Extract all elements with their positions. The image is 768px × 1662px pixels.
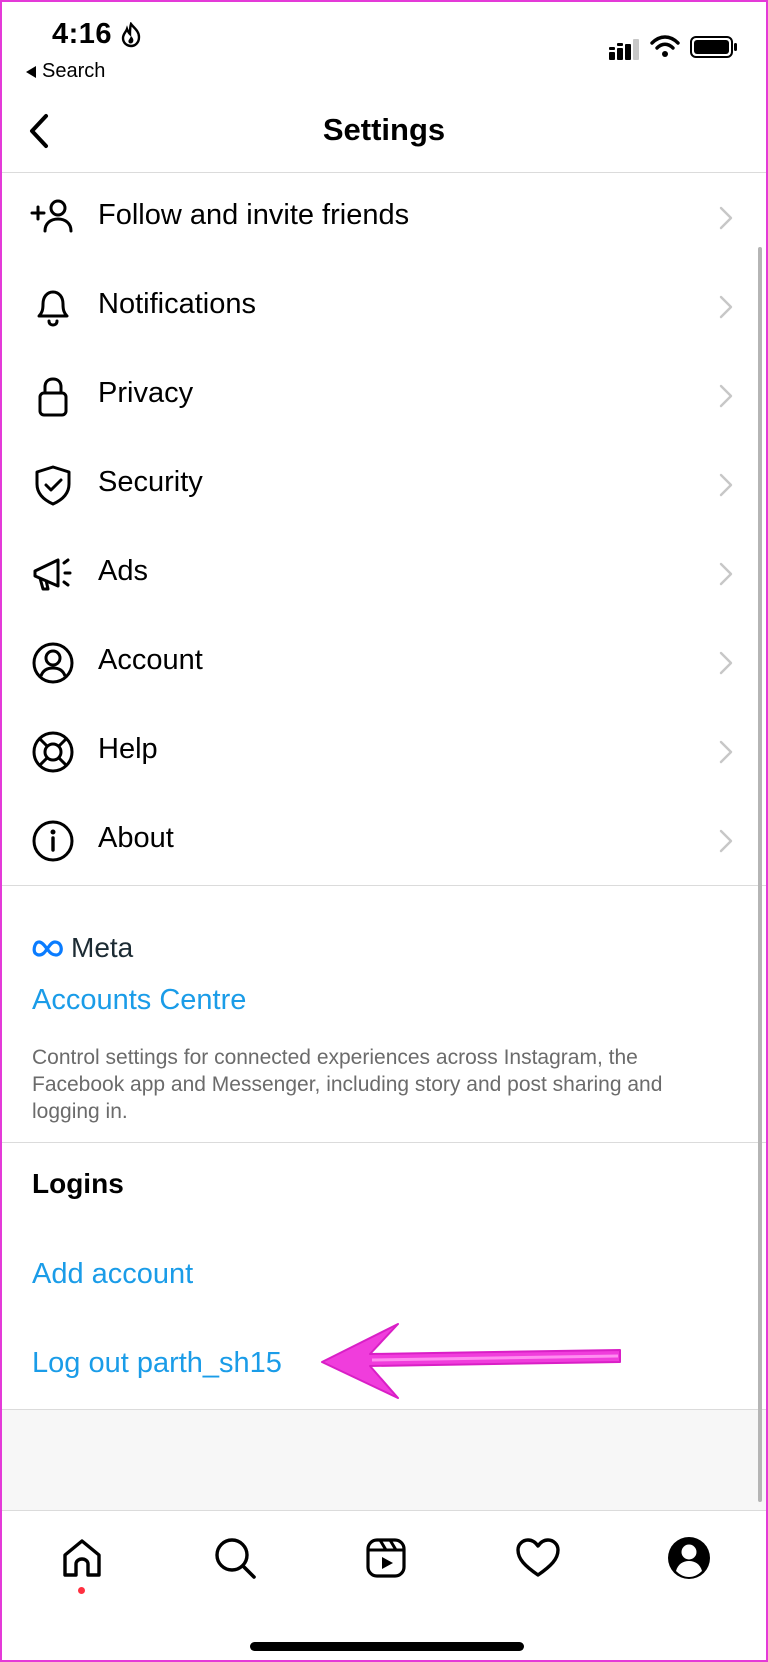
accounts-centre-link[interactable]: Accounts Centre (32, 984, 246, 1017)
section-divider (2, 885, 766, 886)
menu-item-privacy[interactable]: Privacy (2, 351, 766, 440)
chevron-right-icon (719, 384, 733, 408)
account-circle-icon (32, 642, 74, 684)
section-divider (2, 1142, 766, 1143)
lock-icon (38, 377, 68, 417)
home-notification-dot (78, 1587, 85, 1594)
cellular-signal-icon (609, 39, 639, 60)
menu-item-label: Security (98, 466, 203, 498)
menu-item-account[interactable]: Account (2, 618, 766, 707)
flame-icon (121, 22, 141, 48)
meta-logo-text: Meta (71, 932, 134, 963)
reels-icon[interactable] (361, 1533, 411, 1583)
menu-item-label: Notifications (98, 288, 256, 320)
chevron-right-icon (719, 295, 733, 319)
menu-item-security[interactable]: Security (2, 440, 766, 529)
profile-icon[interactable] (664, 1533, 714, 1583)
menu-item-label: About (98, 822, 174, 854)
wifi-icon (650, 35, 680, 57)
chevron-right-icon (719, 740, 733, 764)
annotation-arrow (321, 1323, 621, 1399)
menu-item-ads[interactable]: Ads (2, 529, 766, 618)
menu-item-follow-and-invite[interactable]: Follow and invite friends (2, 173, 766, 262)
menu-item-label: Follow and invite friends (98, 199, 410, 231)
menu-item-label: Help (98, 733, 158, 765)
lifebuoy-icon (32, 731, 74, 773)
meta-infinity-icon (32, 940, 63, 957)
status-time: 4:16 (52, 18, 113, 50)
chevron-right-icon (719, 206, 733, 230)
menu-item-label: Ads (98, 555, 148, 587)
battery-icon (690, 36, 737, 58)
back-app-label: Search (42, 60, 106, 82)
settings-menu: Follow and invite friends Notifications … (2, 173, 766, 885)
home-indicator (250, 1642, 524, 1651)
back-triangle-icon (26, 65, 36, 78)
add-account-link[interactable]: Add account (32, 1258, 193, 1291)
phone-screen: 4:16 Search Settings Follow and invite f… (0, 0, 768, 1662)
info-icon (32, 820, 74, 862)
megaphone-icon (33, 558, 72, 591)
chevron-right-icon (719, 829, 733, 853)
page-title: Settings (322, 112, 446, 147)
search-icon[interactable] (210, 1533, 260, 1583)
home-icon[interactable] (57, 1533, 107, 1583)
menu-item-notifications[interactable]: Notifications (2, 262, 766, 351)
menu-item-label: Privacy (98, 377, 194, 409)
bell-icon (37, 290, 69, 327)
menu-item-about[interactable]: About (2, 796, 766, 885)
accounts-centre-description: Control settings for connected experienc… (32, 1046, 663, 1123)
add-person-icon (30, 199, 73, 233)
heart-icon[interactable] (513, 1533, 563, 1583)
shield-check-icon (35, 465, 71, 506)
chevron-right-icon (719, 651, 733, 675)
back-to-search-app[interactable]: Search (26, 60, 105, 83)
logout-link[interactable]: Log out parth_sh15 (32, 1347, 282, 1380)
settings-header: Settings (2, 92, 766, 173)
meta-logo: Meta (31, 932, 133, 964)
chevron-right-icon (719, 562, 733, 586)
logins-heading: Logins (32, 1168, 124, 1199)
chevron-right-icon (719, 473, 733, 497)
empty-area (2, 1410, 766, 1510)
scrollbar[interactable] (758, 247, 762, 1502)
bottom-tab-bar (2, 1510, 766, 1660)
menu-item-label: Account (98, 644, 203, 676)
menu-item-help[interactable]: Help (2, 707, 766, 796)
